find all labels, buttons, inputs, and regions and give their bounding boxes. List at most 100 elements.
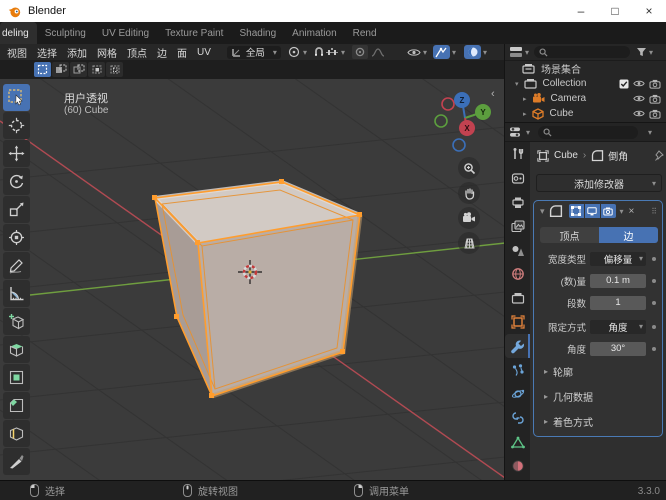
render-camera-icon[interactable]: [649, 109, 661, 119]
gizmo-axis-neg-x[interactable]: [441, 97, 455, 111]
workspace-tab-shading[interactable]: Shading: [231, 22, 284, 44]
modifier-extras-icon[interactable]: ▾: [620, 207, 624, 216]
maximize-button[interactable]: □: [598, 0, 632, 22]
tool-measure[interactable]: [3, 280, 30, 307]
expand-panel-icon[interactable]: ▾: [540, 206, 545, 217]
tab-render[interactable]: [505, 166, 530, 190]
affect-vertices-button[interactable]: 顶点: [540, 227, 599, 243]
menu-view[interactable]: 视图: [7, 45, 27, 60]
tool-move[interactable]: [3, 140, 30, 167]
amount-slider[interactable]: 0.1 m: [590, 273, 646, 288]
section-profile[interactable]: ▸ 轮廓: [544, 364, 573, 379]
segments-slider[interactable]: 1: [590, 295, 646, 310]
properties-search-input[interactable]: [538, 125, 639, 139]
workspace-tab-rendering[interactable]: Rend: [345, 22, 379, 44]
select-mode-set-icon[interactable]: [34, 62, 51, 77]
tab-particles[interactable]: [505, 358, 530, 382]
workspace-tab-sculpting[interactable]: Sculpting: [37, 22, 94, 44]
eye-icon[interactable]: [633, 94, 645, 103]
eye-icon[interactable]: [633, 109, 645, 118]
menu-face[interactable]: 面: [177, 45, 187, 60]
minimize-button[interactable]: –: [564, 0, 598, 22]
menu-select[interactable]: 选择: [37, 45, 57, 60]
outliner-search-input[interactable]: [534, 46, 631, 58]
outliner-row-cube[interactable]: ▸ Cube: [505, 106, 666, 121]
close-button[interactable]: ×: [632, 0, 666, 22]
pivot-point-dropdown[interactable]: ▾: [288, 46, 307, 59]
animate-dot[interactable]: [652, 256, 656, 261]
eye-icon[interactable]: [633, 79, 645, 88]
show-gizmo-dropdown[interactable]: ▾: [407, 47, 427, 58]
toggle-edit-mode-icon[interactable]: [568, 204, 584, 218]
select-mode-subtract-icon[interactable]: [70, 62, 87, 77]
pin-icon[interactable]: [655, 150, 665, 161]
render-camera-icon[interactable]: [649, 79, 661, 89]
animate-dot[interactable]: [652, 346, 656, 351]
animate-dot[interactable]: [652, 278, 656, 283]
camera-view-button[interactable]: [458, 207, 480, 229]
tab-scene[interactable]: [505, 238, 530, 262]
workspace-tab-texture-paint[interactable]: Texture Paint: [157, 22, 231, 44]
properties-options-icon[interactable]: ▾: [648, 128, 652, 137]
properties-editor-icon[interactable]: [509, 126, 524, 139]
xray-toggle-icon[interactable]: [432, 45, 450, 59]
tab-object[interactable]: [505, 310, 530, 334]
tool-transform[interactable]: [3, 224, 30, 251]
select-mode-intersect-icon[interactable]: [106, 62, 123, 77]
add-modifier-dropdown[interactable]: 添加修改器 ▾: [536, 174, 662, 192]
select-mode-extend-icon[interactable]: [52, 62, 69, 77]
gizmo-axis-neg-y[interactable]: [434, 114, 448, 128]
tool-cursor[interactable]: [3, 112, 30, 139]
tab-modifiers[interactable]: [505, 334, 530, 358]
menu-edge[interactable]: 边: [157, 45, 167, 60]
disclosure-down-icon[interactable]: ▾: [515, 80, 519, 88]
tool-scale[interactable]: [3, 196, 30, 223]
animate-dot[interactable]: [652, 300, 656, 305]
angle-slider[interactable]: 30°: [590, 341, 646, 356]
toggle-render-icon[interactable]: [600, 204, 616, 218]
transform-orientation-dropdown[interactable]: 全局 ▾: [226, 45, 281, 59]
render-camera-icon[interactable]: [649, 94, 661, 104]
menu-uv[interactable]: UV: [197, 47, 211, 58]
toggle-realtime-icon[interactable]: [584, 204, 600, 218]
tool-bevel[interactable]: [3, 392, 30, 419]
snap-magnet-icon[interactable]: [313, 46, 325, 58]
tool-tweak-select[interactable]: [3, 84, 30, 111]
tab-tool[interactable]: [505, 142, 530, 166]
gizmo-axis-neg-z[interactable]: [452, 138, 466, 152]
section-geometry[interactable]: ▸ 几何数据: [544, 389, 593, 404]
disclosure-right-icon[interactable]: ▸: [523, 95, 527, 103]
snap-target-dropdown[interactable]: ▾: [325, 47, 345, 58]
tool-extrude-region[interactable]: [3, 336, 30, 363]
tool-rotate[interactable]: [3, 168, 30, 195]
section-shading[interactable]: ▸ 着色方式: [544, 414, 593, 429]
delete-modifier-icon[interactable]: ×: [629, 206, 635, 217]
viewport-3d[interactable]: Z Y X: [0, 79, 504, 480]
outliner-row-camera[interactable]: ▸ Camera: [505, 91, 666, 106]
tab-view-layer[interactable]: [505, 214, 530, 238]
zoom-view-button[interactable]: [458, 157, 480, 179]
tool-add-cube[interactable]: [3, 308, 30, 335]
proportional-editing-icon[interactable]: [351, 45, 368, 59]
breadcrumb-modifier[interactable]: 倒角: [608, 148, 628, 163]
tab-output[interactable]: [505, 190, 530, 214]
tab-object-data[interactable]: [505, 430, 530, 454]
menu-add[interactable]: 添加: [67, 45, 87, 60]
tab-constraints[interactable]: [505, 406, 530, 430]
tool-annotate[interactable]: [3, 252, 30, 279]
tab-material[interactable]: [505, 454, 530, 478]
menu-mesh[interactable]: 网格: [97, 45, 117, 60]
tool-knife[interactable]: [3, 448, 30, 475]
outliner-row-scene-collection[interactable]: 场景集合: [505, 61, 666, 76]
tool-inset-faces[interactable]: [3, 364, 30, 391]
viewport-shading-icon[interactable]: [464, 45, 481, 59]
tab-world[interactable]: [505, 262, 530, 286]
disclosure-right-icon[interactable]: ▸: [523, 110, 527, 118]
animate-dot[interactable]: [652, 324, 656, 329]
checkbox-checked-icon[interactable]: [619, 79, 629, 89]
workspace-tab-modeling[interactable]: deling: [0, 22, 37, 44]
sidebar-collapse-icon[interactable]: ‹: [491, 88, 495, 100]
tool-loop-cut[interactable]: [3, 420, 30, 447]
tab-physics[interactable]: [505, 382, 530, 406]
limit-method-dropdown[interactable]: 角度 ▾: [590, 319, 646, 334]
